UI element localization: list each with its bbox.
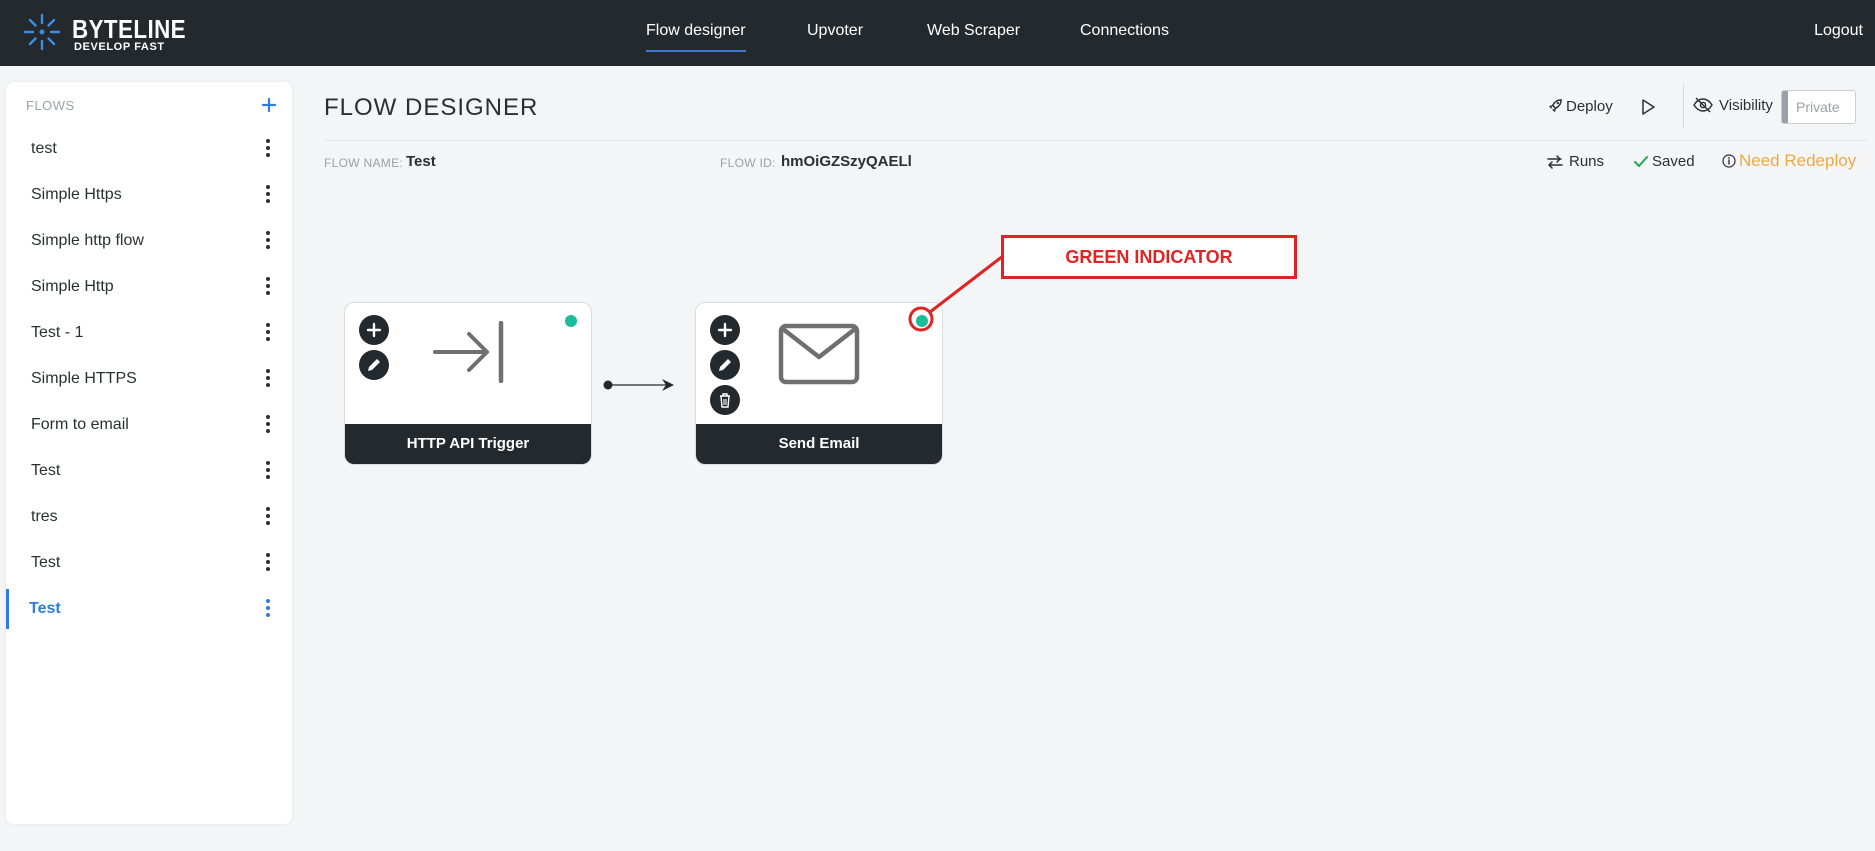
- trash-icon: [720, 393, 730, 408]
- flow-item-label: Test: [31, 462, 61, 479]
- visibility-label: Visibility: [1693, 97, 1773, 114]
- flow-item-label: tres: [31, 508, 58, 525]
- flow-list-item[interactable]: Simple HTTPS: [6, 359, 292, 399]
- play-icon[interactable]: [1638, 97, 1658, 117]
- delete-node-button[interactable]: [710, 385, 740, 415]
- flow-id-value: hmOiGZSzyQAELl: [781, 153, 912, 170]
- redeploy-label: Need Redeploy: [1739, 151, 1857, 170]
- plus-icon: [366, 322, 382, 338]
- status-indicator: [565, 315, 577, 327]
- flow-item-label: Form to email: [31, 416, 129, 433]
- eye-off-icon: [1693, 97, 1713, 113]
- nav-connections[interactable]: Connections: [1080, 22, 1169, 40]
- logo-icon: [23, 13, 61, 51]
- add-node-button[interactable]: [359, 315, 389, 345]
- byteline-logo[interactable]: BYTELINE DEVELOP FAST: [22, 12, 186, 56]
- flow-list-item[interactable]: Test: [6, 451, 292, 491]
- pencil-icon: [368, 359, 380, 371]
- info-icon: [1722, 154, 1736, 168]
- flow-item-label: Simple http flow: [31, 232, 144, 249]
- pencil-icon: [719, 359, 731, 371]
- nav-flow-designer[interactable]: Flow designer: [646, 22, 746, 52]
- saved-status: Saved: [1634, 153, 1695, 170]
- brand-tagline: DEVELOP FAST: [74, 41, 165, 53]
- need-redeploy-status: Need Redeploy: [1722, 151, 1856, 171]
- flows-header: FLOWS: [26, 98, 75, 113]
- active-indicator-bar: [6, 589, 9, 629]
- check-icon: [1634, 156, 1648, 167]
- more-vertical-icon[interactable]: [262, 551, 274, 575]
- status-indicator: [916, 315, 928, 327]
- arrow-to-bar-icon: [433, 321, 504, 383]
- flow-node-send-email[interactable]: Send Email: [695, 302, 943, 465]
- deploy-button[interactable]: Deploy: [1548, 98, 1613, 115]
- private-label: Private: [1796, 99, 1840, 115]
- rocket-icon: [1549, 99, 1562, 112]
- flow-list-item[interactable]: Test - 1: [6, 313, 292, 353]
- more-vertical-icon[interactable]: [262, 229, 274, 253]
- flow-item-label: Test - 1: [31, 324, 84, 341]
- flow-item-label: Test: [31, 554, 61, 571]
- page-title: FLOW DESIGNER: [324, 94, 539, 121]
- more-vertical-icon[interactable]: [262, 597, 274, 621]
- add-node-button[interactable]: [710, 315, 740, 345]
- node-label: Send Email: [696, 424, 942, 464]
- nav-web-scraper[interactable]: Web Scraper: [927, 22, 1020, 40]
- flow-name-label: FLOW NAME:: [324, 156, 404, 170]
- flow-list-item[interactable]: Simple http flow: [6, 221, 292, 261]
- toggle-knob: [1782, 91, 1788, 123]
- edit-node-button[interactable]: [710, 350, 740, 380]
- flow-list-item[interactable]: Form to email: [6, 405, 292, 445]
- swap-arrows-icon: [1547, 155, 1563, 169]
- flow-name-value[interactable]: Test: [406, 153, 436, 170]
- flow-list-item[interactable]: Test: [6, 543, 292, 583]
- runs-button[interactable]: Runs: [1547, 153, 1604, 170]
- annotation-callout: GREEN INDICATOR: [1001, 235, 1297, 279]
- runs-label: Runs: [1569, 153, 1605, 170]
- edit-node-button[interactable]: [359, 350, 389, 380]
- flow-id-label: FLOW ID:: [720, 156, 776, 170]
- visibility-toggle[interactable]: Private: [1781, 90, 1856, 124]
- flows-sidebar: FLOWS test Simple Https Simple http flow…: [6, 82, 292, 824]
- flow-item-label: Simple HTTPS: [31, 370, 137, 387]
- logout-link[interactable]: Logout: [1814, 22, 1863, 40]
- flow-item-label: test: [31, 140, 57, 157]
- flow-item-label: Simple Http: [31, 278, 114, 295]
- more-vertical-icon[interactable]: [262, 321, 274, 345]
- flow-list-item[interactable]: tres: [6, 497, 292, 537]
- flow-list-item[interactable]: Simple Https: [6, 175, 292, 215]
- more-vertical-icon[interactable]: [262, 183, 274, 207]
- add-flow-button[interactable]: [261, 90, 277, 119]
- more-vertical-icon[interactable]: [262, 413, 274, 437]
- flow-list-item[interactable]: test: [6, 129, 292, 169]
- envelope-icon: [778, 323, 860, 385]
- more-vertical-icon[interactable]: [262, 505, 274, 529]
- more-vertical-icon[interactable]: [262, 367, 274, 391]
- more-vertical-icon[interactable]: [262, 137, 274, 161]
- divider: [1683, 84, 1684, 128]
- node-label: HTTP API Trigger: [345, 424, 591, 464]
- plus-icon: [717, 322, 733, 338]
- flow-item-label: Simple Https: [31, 186, 122, 203]
- plus-icon: [261, 97, 277, 113]
- flow-list-item[interactable]: Simple Http: [6, 267, 292, 307]
- more-vertical-icon[interactable]: [262, 275, 274, 299]
- deploy-label: Deploy: [1566, 98, 1613, 115]
- saved-label: Saved: [1652, 153, 1695, 170]
- top-navbar: BYTELINE DEVELOP FAST Flow designer Upvo…: [0, 0, 1875, 66]
- visibility-text: Visibility: [1719, 97, 1773, 114]
- node-connector: [603, 379, 674, 391]
- nav-upvoter[interactable]: Upvoter: [807, 22, 863, 40]
- flow-item-label: Test: [29, 600, 61, 617]
- header-divider: [324, 140, 1868, 141]
- flow-node-http-trigger[interactable]: HTTP API Trigger: [344, 302, 592, 465]
- more-vertical-icon[interactable]: [262, 459, 274, 483]
- flow-list-item-active[interactable]: Test: [6, 589, 292, 629]
